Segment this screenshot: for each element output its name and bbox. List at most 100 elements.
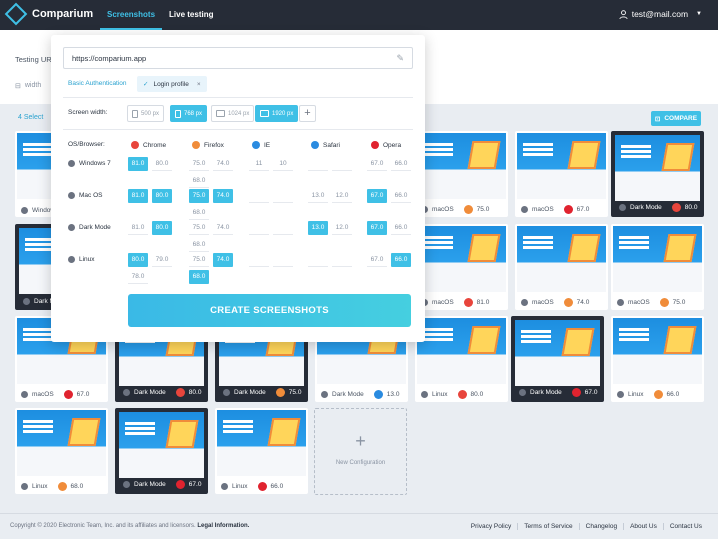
- create-screenshots-button[interactable]: CREATE SCREENSHOTS: [128, 294, 411, 327]
- width-option-1024[interactable]: 1024 px: [211, 105, 255, 122]
- screenshot-card[interactable]: Dark Mode 67.0: [511, 316, 604, 402]
- account-menu[interactable]: test@mail.com ▼: [619, 9, 702, 19]
- close-icon[interactable]: ×: [197, 81, 201, 88]
- compare-button[interactable]: ⊡ COMPARE: [651, 111, 701, 126]
- screenshot-card[interactable]: macOS 75.0: [415, 131, 508, 217]
- footer-link-changelog[interactable]: Changelog: [578, 523, 623, 530]
- basic-auth-link[interactable]: Basic Authentication: [68, 80, 127, 87]
- screenshot-card[interactable]: macOS 81.0: [415, 224, 508, 310]
- footer-link-contact[interactable]: Contact Us: [662, 523, 708, 530]
- version-cell[interactable]: 67.0: [367, 189, 387, 203]
- screenshot-thumbnail[interactable]: [613, 318, 702, 384]
- card-meta: Dark Mode 67.0: [519, 388, 597, 397]
- version-cell[interactable]: 68.0: [189, 206, 209, 220]
- card-os: Linux: [232, 483, 248, 490]
- copyright-text: Copyright © 2020 Electronic Team, Inc. a…: [10, 523, 196, 529]
- version-cell[interactable]: 75.0: [189, 189, 209, 203]
- version-cell-empty: [308, 157, 328, 171]
- version-cell[interactable]: 67.0: [367, 157, 387, 171]
- add-width-button[interactable]: +: [299, 105, 316, 122]
- screenshot-card[interactable]: Linux 66.0: [215, 408, 308, 494]
- version-cell[interactable]: 75.0: [189, 157, 209, 171]
- screenshot-thumbnail[interactable]: [517, 133, 606, 199]
- version-cell[interactable]: 68.0: [189, 270, 209, 284]
- card-version: 66.0: [270, 483, 284, 490]
- card-os: Linux: [432, 391, 448, 398]
- version-cell[interactable]: 66.0: [391, 157, 411, 171]
- card-version: 81.0: [476, 299, 490, 306]
- version-cell[interactable]: 81.0: [128, 157, 148, 171]
- divider: [63, 129, 413, 130]
- screenshot-card[interactable]: Linux 66.0: [611, 316, 704, 402]
- screenshot-card[interactable]: Linux 68.0: [15, 408, 108, 494]
- nav-live-testing[interactable]: Live testing: [162, 0, 220, 30]
- screenshot-thumbnail[interactable]: [517, 226, 606, 292]
- brand-logo[interactable]: Comparium: [4, 2, 94, 26]
- version-cell[interactable]: 80.0: [128, 253, 148, 267]
- screenshot-thumbnail[interactable]: [119, 412, 204, 478]
- version-cell[interactable]: 67.0: [367, 253, 387, 267]
- screenshot-thumbnail[interactable]: [217, 410, 306, 476]
- width-option-500[interactable]: 500 px: [127, 105, 165, 122]
- version-cell[interactable]: 66.0: [391, 221, 411, 235]
- version-cell[interactable]: 13.0: [308, 189, 328, 203]
- width-option-1920[interactable]: 1920 px: [255, 105, 299, 122]
- new-configuration-card[interactable]: + New Configuration: [314, 408, 407, 495]
- version-cell[interactable]: 80.0: [152, 157, 172, 171]
- version-cell[interactable]: 74.0: [213, 221, 233, 235]
- plus-icon: +: [355, 431, 366, 451]
- monitor-icon: [260, 110, 269, 117]
- pencil-icon[interactable]: ✎: [396, 53, 404, 64]
- version-cell[interactable]: 74.0: [213, 253, 233, 267]
- version-cell[interactable]: 67.0: [367, 221, 387, 235]
- version-cell[interactable]: 80.0: [152, 221, 172, 235]
- screenshot-card[interactable]: macOS 75.0: [611, 224, 704, 310]
- version-cell[interactable]: 12.0: [332, 221, 352, 235]
- version-cell[interactable]: 12.0: [332, 189, 352, 203]
- version-cell[interactable]: 75.0: [189, 221, 209, 235]
- screenshot-thumbnail[interactable]: [613, 226, 702, 292]
- version-cell-empty: [308, 253, 328, 267]
- compare-icon: ⊡: [654, 115, 661, 123]
- version-cell[interactable]: 68.0: [189, 238, 209, 252]
- version-cell[interactable]: 81.0: [128, 221, 148, 235]
- version-cell[interactable]: 74.0: [213, 189, 233, 203]
- screenshot-card[interactable]: macOS 74.0: [515, 224, 608, 310]
- version-cell[interactable]: 80.0: [152, 189, 172, 203]
- version-cell[interactable]: 79.0: [152, 253, 172, 267]
- version-cell[interactable]: 66.0: [391, 189, 411, 203]
- version-cell[interactable]: 78.0: [128, 270, 148, 284]
- version-cell[interactable]: 66.0: [391, 253, 411, 267]
- screenshot-thumbnail[interactable]: [17, 410, 106, 476]
- phone-icon: [132, 109, 138, 118]
- version-cell[interactable]: 11: [249, 157, 269, 171]
- screenshot-thumbnail[interactable]: [417, 226, 506, 292]
- legal-link[interactable]: Legal Information.: [197, 523, 249, 529]
- apple-icon: [123, 389, 130, 396]
- nav-screenshots[interactable]: Screenshots: [100, 0, 163, 30]
- screenshot-card[interactable]: macOS 67.0: [515, 131, 608, 217]
- version-cell[interactable]: 75.0: [189, 253, 209, 267]
- screenshot-card[interactable]: Dark Mode 80.0: [611, 131, 704, 217]
- brand-name: Comparium: [32, 8, 94, 20]
- footer-link-terms[interactable]: Terms of Service: [517, 523, 578, 530]
- version-cell[interactable]: 81.0: [128, 189, 148, 203]
- width-option-768[interactable]: 768 px: [170, 105, 208, 122]
- selected-count[interactable]: 4 Select: [18, 114, 43, 121]
- card-version: 66.0: [666, 391, 680, 398]
- screenshot-card[interactable]: Dark Mode 67.0: [115, 408, 208, 494]
- url-input[interactable]: https://comparium.app ✎: [63, 47, 413, 69]
- user-icon: [619, 9, 628, 19]
- version-cell[interactable]: 68.0: [189, 174, 209, 188]
- footer-link-privacy[interactable]: Privacy Policy: [465, 523, 517, 530]
- screenshot-card[interactable]: Linux 80.0: [415, 316, 508, 402]
- screenshot-thumbnail[interactable]: [417, 133, 506, 199]
- version-cell[interactable]: 13.0: [308, 221, 328, 235]
- version-cell[interactable]: 10: [273, 157, 293, 171]
- screenshot-thumbnail[interactable]: [417, 318, 506, 384]
- version-cell[interactable]: 74.0: [213, 157, 233, 171]
- screenshot-thumbnail[interactable]: [515, 320, 600, 386]
- footer-link-about[interactable]: About Us: [623, 523, 663, 530]
- screenshot-thumbnail[interactable]: [615, 135, 700, 201]
- login-profile-tag[interactable]: ✓ Login profile ×: [137, 76, 207, 92]
